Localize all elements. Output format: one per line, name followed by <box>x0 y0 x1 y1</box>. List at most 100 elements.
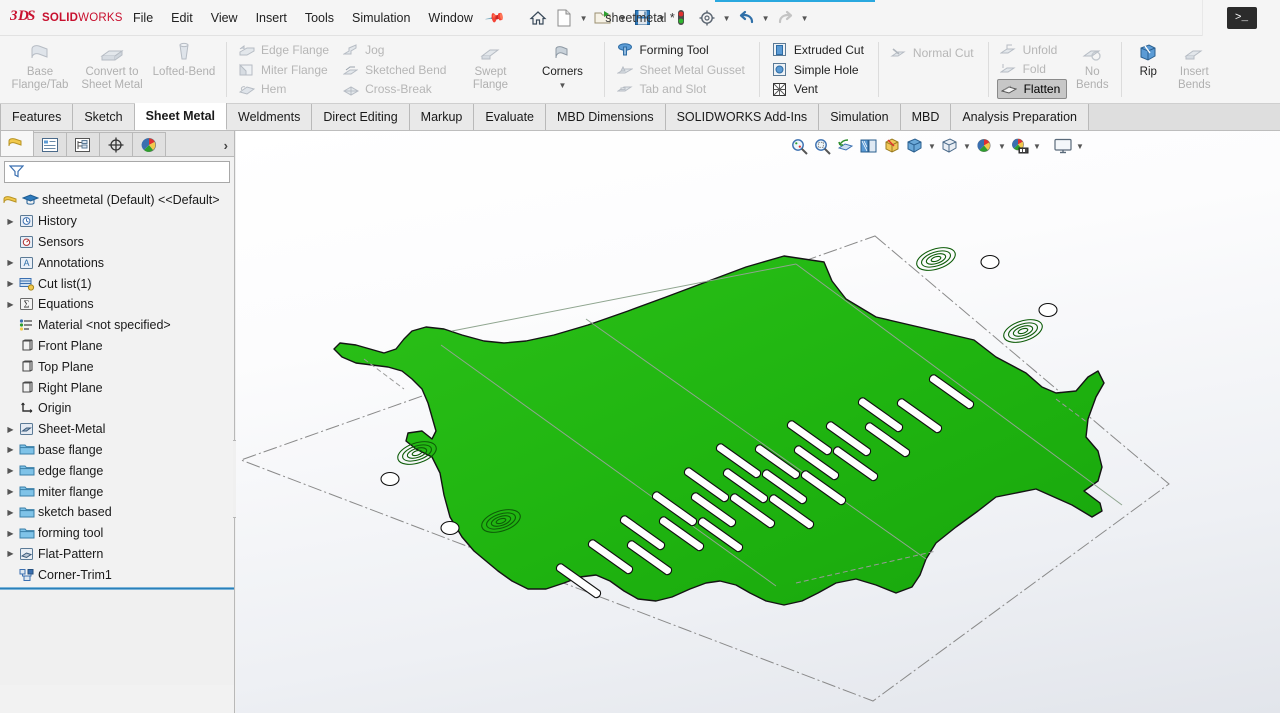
fold-button[interactable]: Fold <box>997 60 1068 80</box>
forming-tool-feature[interactable] <box>1001 315 1045 346</box>
rip-button[interactable]: Rip <box>1128 36 1168 103</box>
tab-simulation[interactable]: Simulation <box>819 104 901 130</box>
no-bends-button[interactable]: No Bends <box>1069 36 1115 103</box>
sheet-metal-model[interactable] <box>236 131 1280 713</box>
tree-item-equations[interactable]: ▶ Σ Equations <box>0 294 234 315</box>
feature-tree[interactable]: sheetmetal (Default) <<Default> ▶ Histor… <box>0 185 234 685</box>
zoom-to-area-icon[interactable] <box>811 135 834 157</box>
corners-button[interactable]: Corners ▼ <box>526 36 598 103</box>
tree-item-miter-flange[interactable]: ▶ miter flange <box>0 481 234 502</box>
feature-manager-tab[interactable] <box>0 130 34 156</box>
tab-weldments[interactable]: Weldments <box>227 104 313 130</box>
previous-view-icon[interactable] <box>834 135 857 157</box>
save-caret-icon[interactable]: ▼ <box>655 4 668 32</box>
tree-item-history[interactable]: ▶ History <box>0 211 234 232</box>
menu-simulation[interactable]: Simulation <box>343 6 419 30</box>
expand-arrow-icon[interactable]: ▶ <box>4 466 17 475</box>
command-manager-tabs[interactable]: Features Sketch Sheet Metal Weldments Di… <box>0 103 1280 131</box>
tab-direct-editing[interactable]: Direct Editing <box>312 104 410 130</box>
tree-item-corner-trim1[interactable]: ▶ Corner-Trim1 <box>0 564 234 585</box>
tree-item-right-plane[interactable]: ▶ Right Plane <box>0 377 234 398</box>
main-face[interactable] <box>333 255 1105 606</box>
jog-button[interactable]: Jog <box>339 40 452 60</box>
sheet-metal-gusset-button[interactable]: Sheet Metal Gusset <box>613 60 750 80</box>
menu-file[interactable]: File <box>124 6 162 30</box>
undo-caret-icon[interactable]: ▼ <box>759 4 772 32</box>
viewport-caret-icon[interactable]: ▼ <box>1074 135 1086 157</box>
tree-item-cut-list[interactable]: ▶ Cut list(1) <box>0 273 234 294</box>
tree-root-sheetmetal[interactable]: sheetmetal (Default) <<Default> <box>0 190 234 211</box>
expand-arrow-icon[interactable]: ▶ <box>4 508 17 517</box>
miter-flange-button[interactable]: Miter Flange <box>235 60 335 80</box>
edit-appearance-icon[interactable] <box>973 135 996 157</box>
tree-item-top-plane[interactable]: ▶ Top Plane <box>0 356 234 377</box>
normal-cut-button[interactable]: Normal Cut <box>887 42 980 63</box>
hole[interactable] <box>1038 302 1058 318</box>
tab-sheet-metal[interactable]: Sheet Metal <box>134 103 228 130</box>
sheet-metal-body[interactable] <box>333 243 1123 606</box>
hole[interactable] <box>440 520 460 536</box>
tree-item-edge-flange[interactable]: ▶ edge flange <box>0 460 234 481</box>
feature-tree-filter[interactable] <box>4 161 230 183</box>
quick-access-toolbar[interactable]: ▼ ▼ ▼ ▼ ▼ ▼ <box>525 4 811 32</box>
tree-item-flat-pattern[interactable]: ▶ Flat-Pattern <box>0 544 234 565</box>
menu-bar[interactable]: File Edit View Insert Tools Simulation W… <box>124 6 506 30</box>
expand-arrow-icon[interactable]: ▶ <box>4 279 17 288</box>
zoom-to-fit-icon[interactable] <box>788 135 811 157</box>
flatten-button[interactable]: Flatten <box>996 79 1068 99</box>
expand-arrow-icon[interactable]: ▶ <box>4 425 17 434</box>
expand-arrow-icon[interactable]: ▶ <box>4 258 17 267</box>
hem-button[interactable]: Hem <box>235 79 335 99</box>
tab-mbd[interactable]: MBD <box>900 104 952 130</box>
hole[interactable] <box>380 471 400 487</box>
redo-icon[interactable] <box>772 4 798 32</box>
hide-show-caret-icon[interactable]: ▼ <box>961 135 973 157</box>
options-caret-icon[interactable]: ▼ <box>720 4 733 32</box>
tree-tab-strip[interactable]: › <box>0 130 234 157</box>
rebuild-traffic-light-icon[interactable] <box>668 4 694 32</box>
options-gear-icon[interactable] <box>694 4 720 32</box>
menu-edit[interactable]: Edit <box>162 6 202 30</box>
expand-arrow-icon[interactable]: ▶ <box>4 529 17 538</box>
property-manager-tab[interactable] <box>33 132 67 156</box>
expand-arrow-icon[interactable]: ▶ <box>4 487 17 496</box>
undo-icon[interactable] <box>733 4 759 32</box>
menu-view[interactable]: View <box>202 6 247 30</box>
tree-item-forming-tool[interactable]: ▶ forming tool <box>0 523 234 544</box>
ribbon-toolbar[interactable]: Base Flange/Tab Convert to Sheet Metal L… <box>0 36 1280 104</box>
sketched-bend-button[interactable]: Sketched Bend <box>339 60 452 80</box>
convert-to-sheet-metal-button[interactable]: Convert to Sheet Metal <box>76 36 148 103</box>
tab-analysis-preparation[interactable]: Analysis Preparation <box>951 104 1089 130</box>
expand-arrow-icon[interactable]: ▶ <box>4 445 17 454</box>
vent-button[interactable]: Vent <box>768 79 870 99</box>
expand-arrow-icon[interactable]: ▶ <box>4 217 17 226</box>
expand-arrow-icon[interactable]: ▶ <box>4 300 17 309</box>
tab-mbd-dimensions[interactable]: MBD Dimensions <box>546 104 666 130</box>
tree-item-sketch-based[interactable]: ▶ sketch based <box>0 502 234 523</box>
hide-show-items-icon[interactable] <box>938 135 961 157</box>
menu-window[interactable]: Window <box>419 6 481 30</box>
open-folder-icon[interactable] <box>590 4 616 32</box>
tab-solidworks-add-ins[interactable]: SOLIDWORKS Add-Ins <box>665 104 820 130</box>
configuration-manager-tab[interactable] <box>66 132 100 156</box>
new-document-icon[interactable] <box>551 4 577 32</box>
tree-item-sensors[interactable]: ▶ Sensors <box>0 232 234 253</box>
tab-sketch[interactable]: Sketch <box>73 104 135 130</box>
edge-flange-button[interactable]: Edge Flange <box>235 40 335 60</box>
tree-item-sheet-metal[interactable]: ▶ Sheet-Metal <box>0 419 234 440</box>
tab-features[interactable]: Features <box>0 104 74 130</box>
hole[interactable] <box>980 254 1000 270</box>
section-view-icon[interactable] <box>857 135 880 157</box>
extruded-cut-button[interactable]: Extruded Cut <box>768 40 870 60</box>
cross-break-button[interactable]: Cross-Break <box>339 79 452 99</box>
forming-tool-button[interactable]: Forming Tool <box>613 40 750 60</box>
display-manager-tab[interactable] <box>132 132 166 156</box>
heads-up-view-toolbar[interactable]: ▼ ▼ ▼ ▼ ▼ <box>788 134 1086 158</box>
unfold-button[interactable]: Unfold <box>997 40 1068 60</box>
corners-caret-icon[interactable]: ▼ <box>559 79 567 92</box>
lofted-bend-button[interactable]: Lofted-Bend <box>148 36 220 103</box>
menu-tools[interactable]: Tools <box>296 6 343 30</box>
simple-hole-button[interactable]: Simple Hole <box>768 60 870 80</box>
pin-icon[interactable]: 📌 <box>484 6 506 28</box>
insert-bends-button[interactable]: Insert Bends <box>1168 36 1220 103</box>
